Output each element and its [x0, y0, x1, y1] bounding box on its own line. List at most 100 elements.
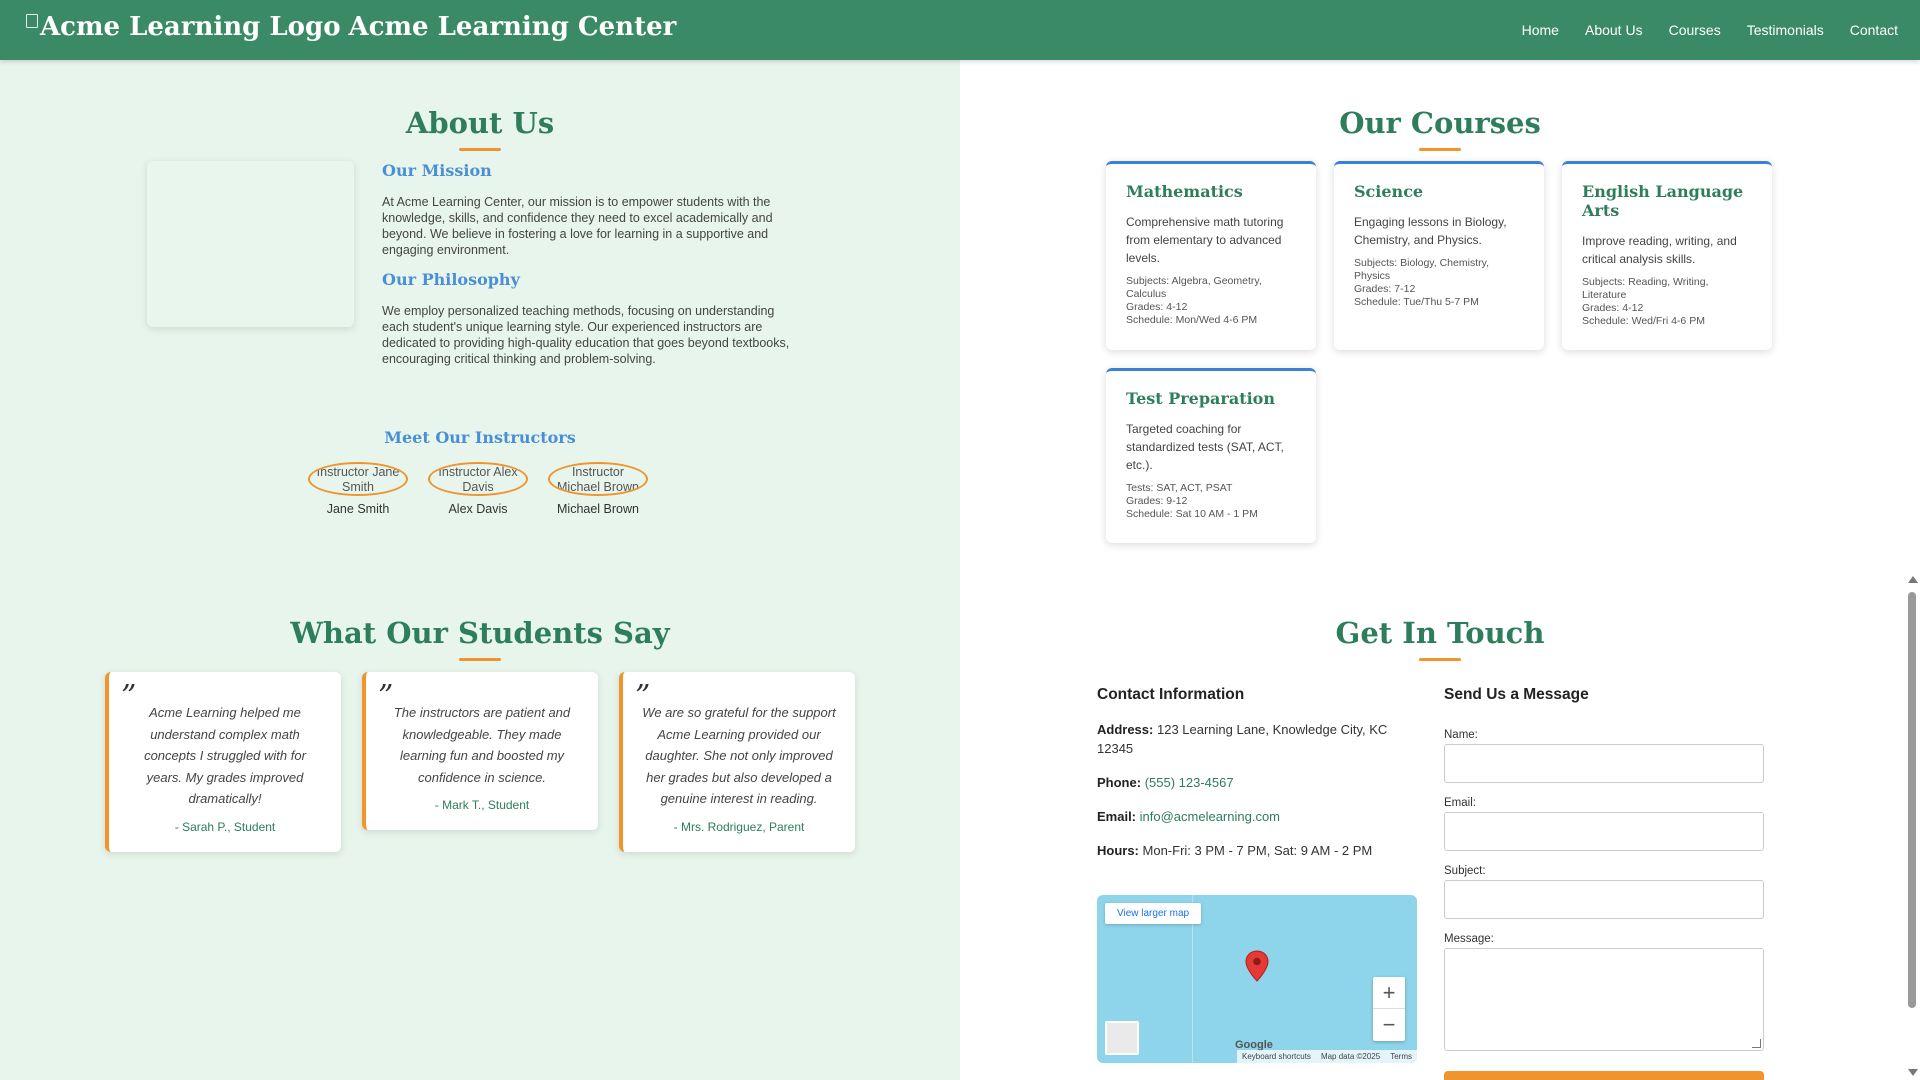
nav-about-us[interactable]: About Us	[1585, 22, 1643, 38]
hours-value: Mon-Fri: 3 PM - 7 PM, Sat: 9 AM - 2 PM	[1142, 843, 1373, 858]
name-label: Name:	[1444, 729, 1478, 741]
testimonial-author: - Sarah P., Student	[174, 819, 276, 834]
email-field[interactable]	[1444, 812, 1764, 851]
form-title: Send Us a Message	[1444, 686, 1589, 703]
site-logo[interactable]: Acme Learning Logo	[26, 12, 341, 42]
courses-section: Our Courses Mathematics Comprehensive ma…	[960, 60, 1920, 570]
course-description: Comprehensive math tutoring from element…	[1126, 215, 1284, 265]
testimonial-card: ” Acme Learning helped me understand com…	[105, 672, 341, 852]
submit-button[interactable]	[1444, 1071, 1764, 1080]
course-name: Test Preparation	[1126, 389, 1275, 408]
contact-phone: Phone: (555) 123-4567	[1097, 773, 1417, 792]
instructor-photo: Instructor Michael Brown	[548, 462, 648, 496]
testimonials-section: What Our Students Say ” Acme Learning he…	[0, 570, 960, 1080]
contact-hours: Hours: Mon-Fri: 3 PM - 7 PM, Sat: 9 AM -…	[1097, 841, 1417, 860]
email-label: Email:	[1097, 809, 1137, 824]
course-description: Engaging lessons in Biology, Chemistry, …	[1354, 215, 1507, 247]
contact-title-text: Get In Touch	[1335, 616, 1545, 650]
course-card-mathematics: Mathematics Comprehensive math tutoring …	[1106, 161, 1316, 350]
about-text: Our Mission At Acme Learning Center, our…	[382, 161, 802, 379]
zoom-in-button[interactable]: +	[1373, 977, 1405, 1009]
course-tests: Tests: SAT, ACT, PSAT	[1126, 482, 1233, 494]
testimonial-card: ” The instructors are patient and knowle…	[362, 672, 598, 830]
map-data-text: Map data ©2025	[1320, 1052, 1381, 1061]
broken-image-icon	[26, 14, 38, 28]
keyboard-shortcuts-link[interactable]: Keyboard shortcuts	[1242, 1052, 1311, 1061]
terms-link[interactable]: Terms	[1390, 1052, 1412, 1061]
courses-title-text: Our Courses	[1339, 106, 1541, 140]
course-subjects: Subjects: Biology, Chemistry, Physics	[1354, 257, 1489, 282]
testimonial-card: ” We are so grateful for the support Acm…	[619, 672, 855, 852]
contact-section: Get In Touch Contact Information Address…	[960, 570, 1920, 1080]
course-card-science: Science Engaging lessons in Biology, Che…	[1334, 161, 1544, 350]
site-header: Acme Learning Logo Acme Learning Center …	[0, 0, 1920, 60]
course-schedule: Schedule: Tue/Thu 5-7 PM	[1354, 296, 1479, 308]
map-pin-icon[interactable]	[1245, 950, 1269, 982]
scrollbar-thumb[interactable]	[1908, 592, 1916, 1008]
course-name: English Language Arts	[1582, 182, 1744, 220]
title-underline	[459, 658, 501, 661]
view-larger-map-link[interactable]: View larger map	[1105, 903, 1202, 924]
contact-info: Contact Information Address: 123 Learnin…	[1097, 686, 1417, 860]
name-field[interactable]	[1444, 744, 1764, 783]
course-description: Improve reading, writing, and critical a…	[1582, 234, 1737, 266]
title-underline	[1419, 148, 1461, 151]
site-title: Acme Learning Center	[348, 12, 677, 42]
message-label: Message:	[1444, 933, 1494, 945]
instructor-photo: Instructor Jane Smith	[308, 462, 408, 496]
hours-label: Hours:	[1097, 843, 1139, 858]
scroll-down-icon[interactable]	[1908, 1069, 1918, 1076]
course-description: Targeted coaching for standardized tests…	[1126, 422, 1284, 472]
nav-courses[interactable]: Courses	[1669, 22, 1721, 38]
instructor-list: Instructor Jane Smith Jane Smith Instruc…	[308, 462, 648, 516]
course-grades: Grades: 4-12	[1582, 302, 1644, 314]
testimonials-title-text: What Our Students Say	[290, 616, 670, 650]
quote-mark-icon: ”	[635, 679, 651, 714]
about-image	[147, 161, 354, 327]
email-link[interactable]: info@acmelearning.com	[1140, 809, 1280, 824]
page-scrollbar[interactable]	[1904, 570, 1920, 1080]
phone-link[interactable]: (555) 123-4567	[1145, 775, 1234, 790]
course-schedule: Schedule: Sat 10 AM - 1 PM	[1126, 508, 1258, 520]
instructor-card: Instructor Alex Davis Alex Davis	[428, 462, 528, 516]
scroll-up-icon[interactable]	[1908, 576, 1918, 583]
instructors-title: Meet Our Instructors	[384, 428, 576, 447]
mission-text: At Acme Learning Center, our mission is …	[382, 195, 773, 257]
course-name: Mathematics	[1126, 182, 1243, 201]
title-underline	[1419, 658, 1461, 661]
testimonial-author: - Mrs. Rodriguez, Parent	[673, 819, 805, 834]
philosophy-text: We employ personalized teaching methods,…	[382, 304, 790, 366]
street-view-pegman-icon[interactable]	[1105, 1021, 1139, 1055]
embedded-map[interactable]: View larger map + − Google Keyboard shor…	[1097, 895, 1417, 1063]
course-card-english: English Language Arts Improve reading, w…	[1562, 161, 1772, 350]
mission-title: Our Mission	[382, 161, 492, 180]
quote-mark-icon: ”	[378, 679, 394, 714]
instructor-card: Instructor Michael Brown Michael Brown	[548, 462, 648, 516]
contact-title: Get In Touch	[960, 616, 1920, 661]
about-title: About Us	[0, 106, 960, 151]
nav-testimonials[interactable]: Testimonials	[1747, 22, 1824, 38]
testimonial-quote: The instructors are patient and knowledg…	[393, 705, 571, 785]
testimonial-author: - Mark T., Student	[434, 798, 530, 812]
map-zoom-controls: + −	[1373, 977, 1405, 1041]
zoom-out-button[interactable]: −	[1373, 1009, 1405, 1041]
brand[interactable]: Acme Learning Logo Acme Learning Center	[26, 12, 676, 42]
nav-home[interactable]: Home	[1522, 22, 1559, 38]
address-label: Address:	[1097, 722, 1154, 737]
subject-field[interactable]	[1444, 880, 1764, 919]
nav-contact[interactable]: Contact	[1850, 22, 1898, 38]
course-card-test-prep: Test Preparation Targeted coaching for s…	[1106, 368, 1316, 543]
contact-form: Send Us a Message Name: Email: Subject: …	[1444, 686, 1764, 1080]
map-attribution: Keyboard shortcuts Map data ©2025 Terms	[1237, 1050, 1417, 1063]
instructor-card: Instructor Jane Smith Jane Smith	[308, 462, 408, 516]
testimonial-quote: We are so grateful for the support Acme …	[642, 705, 836, 806]
testimonial-quote: Acme Learning helped me understand compl…	[144, 705, 306, 806]
course-schedule: Schedule: Wed/Fri 4-6 PM	[1582, 315, 1705, 327]
phone-label: Phone:	[1097, 775, 1142, 790]
subject-label: Subject:	[1444, 865, 1486, 877]
testimonials-title: What Our Students Say	[0, 616, 960, 661]
course-grades: Grades: 9-12	[1126, 495, 1188, 507]
message-field[interactable]	[1444, 948, 1764, 1051]
course-grades: Grades: 4-12	[1126, 301, 1188, 313]
course-name: Science	[1354, 182, 1424, 201]
